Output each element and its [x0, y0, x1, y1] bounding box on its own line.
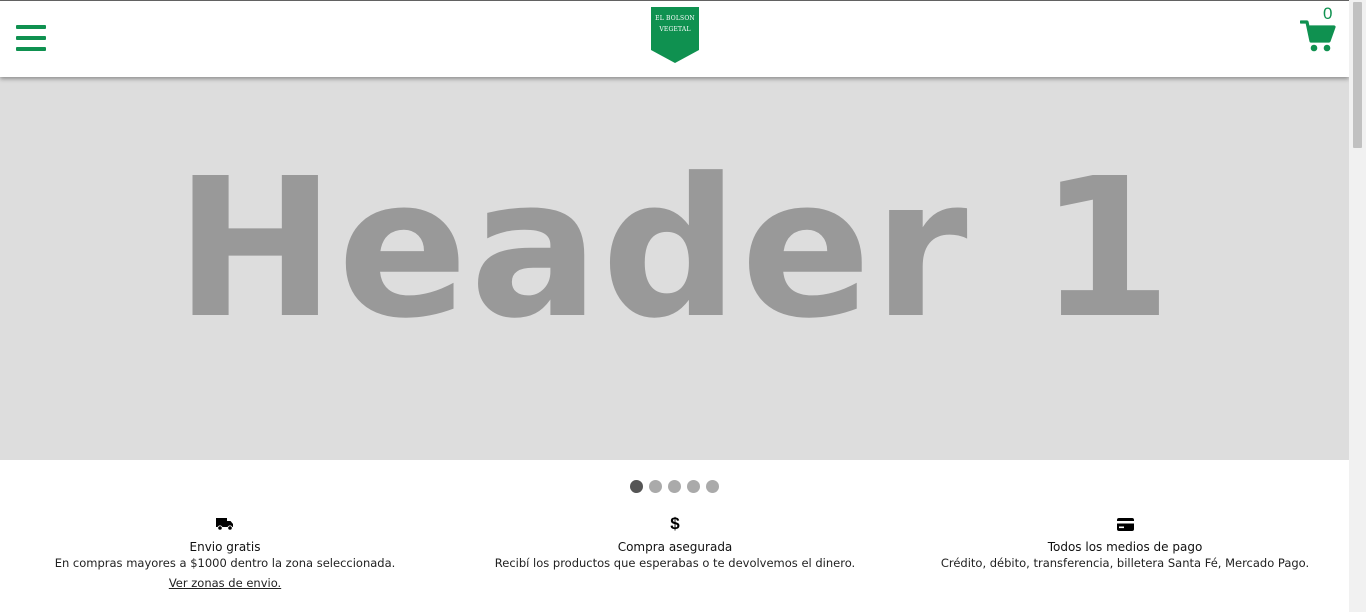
feature-free-shipping: Envio gratis En compras mayores a $1000 … — [40, 514, 410, 592]
feature-secure-purchase: $ Compra asegurada Recibí los productos … — [490, 514, 860, 572]
slide-dot-2[interactable] — [649, 480, 662, 493]
brand-logo[interactable]: EL BOLSON VEGETAL — [651, 7, 699, 63]
vertical-scrollbar[interactable] — [1349, 0, 1366, 612]
slide-dot-4[interactable] — [687, 480, 700, 493]
truck-icon — [40, 514, 410, 534]
cart-count-badge: 0 — [1323, 4, 1333, 23]
hero-title: Header 1 — [174, 138, 1175, 361]
hamburger-menu-icon[interactable] — [16, 25, 46, 53]
slide-dot-3[interactable] — [668, 480, 681, 493]
slide-dot-1[interactable] — [630, 480, 643, 493]
shopping-cart-icon[interactable] — [1299, 19, 1336, 53]
feature-title: Todos los medios de pago — [1047, 540, 1203, 554]
scrollbar-thumb[interactable] — [1353, 2, 1362, 148]
page: EL BOLSON VEGETAL 0 Header 1 Envio grati… — [0, 0, 1349, 612]
hero-slider[interactable]: Header 1 — [0, 77, 1349, 460]
feature-description: En compras mayores a $1000 dentro la zon… — [54, 556, 396, 570]
feature-payment-methods: Todos los medios de pago Crédito, débito… — [930, 514, 1320, 572]
feature-title: Envio gratis — [189, 540, 261, 554]
shipping-zones-link[interactable]: Ver zonas de envio. — [169, 575, 281, 592]
feature-description: Crédito, débito, transferencia, billeter… — [940, 556, 1310, 570]
slider-pagination — [630, 480, 725, 493]
feature-title: Compra asegurada — [617, 540, 733, 554]
feature-description: Recibí los productos que esperabas o te … — [494, 556, 856, 570]
navbar: EL BOLSON VEGETAL — [0, 1, 1349, 77]
dollar-icon: $ — [670, 514, 680, 533]
slide-dot-5[interactable] — [706, 480, 719, 493]
credit-card-icon — [930, 514, 1320, 534]
logo-text: EL BOLSON VEGETAL — [655, 15, 695, 33]
